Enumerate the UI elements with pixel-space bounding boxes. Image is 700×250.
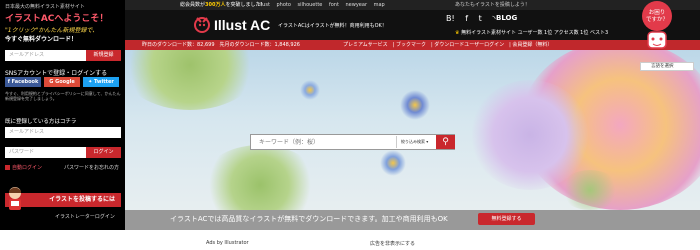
logo-text[interactable]: Illust AC <box>214 17 270 33</box>
login-email-field[interactable]: メールアドレス <box>5 127 121 138</box>
bookmark-link[interactable]: ブックマーク <box>396 42 426 48</box>
rss-icon[interactable]: ◝ <box>492 14 495 23</box>
password-field[interactable]: パスワード <box>5 147 86 158</box>
site-link-newyear[interactable]: newyear <box>346 2 368 8</box>
login-heading: 既に登録している方はコチラ <box>5 119 77 125</box>
search-filter-label: 絞り込み検索 <box>401 139 425 144</box>
google-label: Google <box>55 79 75 85</box>
site-link-silhouette[interactable]: silhouette <box>298 2 323 8</box>
site-link-font[interactable]: font <box>329 2 339 8</box>
login-button[interactable]: ログイン <box>86 147 121 158</box>
help-character-icon[interactable]: お困り ですか？ <box>636 0 678 52</box>
tagline: イラストACはイラストが無料！商用利用もOK！ <box>278 23 387 29</box>
search-button[interactable]: ⚲ <box>436 135 455 149</box>
free-register-link[interactable]: 会員登録（無料） <box>512 42 552 48</box>
register-email-field[interactable]: メールアドレス <box>5 50 86 61</box>
hatena-icon[interactable]: B! <box>446 14 455 23</box>
register-button[interactable]: 新規登録 <box>86 50 121 61</box>
download-stats: 昨日のダウンロード数：82,699 先月のダウンロード数：1,848,926 <box>142 42 300 48</box>
svg-text:ですか？: ですか？ <box>646 16 668 23</box>
site-link-illust[interactable]: illust <box>258 2 270 8</box>
search-input[interactable] <box>251 135 396 149</box>
sidebar-caption: 日本最大の無料イラスト素材サイト <box>5 4 85 10</box>
search-bar: 絞り込み検索 ▾ ⚲ <box>250 134 455 150</box>
twitter-icon[interactable]: t <box>479 14 482 23</box>
site-link-map[interactable]: map <box>374 2 385 8</box>
ads-label: Ads by Illustrator <box>206 240 249 246</box>
logo-mark-icon[interactable] <box>192 14 212 34</box>
terms-note: 今すぐ、利用規約とプライバシーポリシーに同意して、かんたん新規登録を完了しましょ… <box>5 91 121 101</box>
checkbox-icon <box>5 165 10 170</box>
auto-login-label: 自動ログイン <box>12 165 43 171</box>
sns-heading: SNSアカウントで登録・ログインする <box>5 70 108 77</box>
search-icon: ⚲ <box>442 137 449 147</box>
free-register-button[interactable]: 無料登録する <box>478 213 535 225</box>
promo-line-1: "1クリック"かんたん新規登録で、 <box>5 27 99 34</box>
google-login-button[interactable]: G Google <box>44 77 80 87</box>
promo-line-2: 今すぐ無料ダウンロード！ <box>5 36 78 43</box>
post-invite[interactable]: あなたもイラストを投稿しよう！ <box>455 0 530 10</box>
illustrator-avatar-icon <box>6 186 24 212</box>
language-select[interactable]: 言語を選択 <box>640 62 694 71</box>
welcome-heading: イラストACへようこそ！ <box>5 14 109 24</box>
notice-count: 300万人 <box>205 2 226 8</box>
ranking-info: ♛ 無料イラスト素材サイト ユーザー数 1位 アクセス数 1位 ベスト3 <box>455 29 608 36</box>
promo-text: イラストACでは高品質なイラストが無料でダウンロードできます。加工や商用利用もO… <box>170 215 448 223</box>
social-links: B! f t ◝ <box>446 14 503 23</box>
svg-text:お困り: お困り <box>649 9 666 16</box>
blog-link[interactable]: BLOG <box>496 14 517 22</box>
content-below <box>0 230 700 250</box>
crown-icon: ♛ <box>455 30 460 36</box>
ranking-text: 無料イラスト素材サイト ユーザー数 1位 アクセス数 1位 ベスト3 <box>461 30 609 36</box>
download-user-login-link[interactable]: ダウンロードユーザーログイン <box>434 42 504 48</box>
premium-link[interactable]: プレミアムサービス <box>343 42 388 48</box>
notice-prefix: 総会員数が <box>180 2 206 8</box>
search-filter-select[interactable]: 絞り込み検索 ▾ <box>396 136 436 148</box>
hide-ads-link[interactable]: 広告を非表示にする <box>370 240 415 247</box>
twitter-label: Twitter <box>94 79 114 85</box>
facebook-icon[interactable]: f <box>465 14 468 23</box>
stats-menu: プレミアムサービス | ブックマーク | ダウンロードユーザーログイン | 会員登録（… <box>343 42 553 48</box>
forgot-password-link[interactable]: パスワードをお忘れの方 <box>64 164 119 171</box>
site-links: illust photo silhouette font newyear map <box>258 0 390 10</box>
auto-login-checkbox[interactable]: 自動ログイン <box>5 164 42 171</box>
facebook-label: Facebook <box>11 79 39 85</box>
twitter-login-button[interactable]: ✦ Twitter <box>83 77 119 87</box>
member-notice[interactable]: 総会員数が300万人を突破しました！ <box>180 0 265 10</box>
facebook-login-button[interactable]: f Facebook <box>5 77 41 87</box>
illustrator-login-link[interactable]: イラストレーターログイン <box>55 213 115 220</box>
site-link-photo[interactable]: photo <box>277 2 291 8</box>
